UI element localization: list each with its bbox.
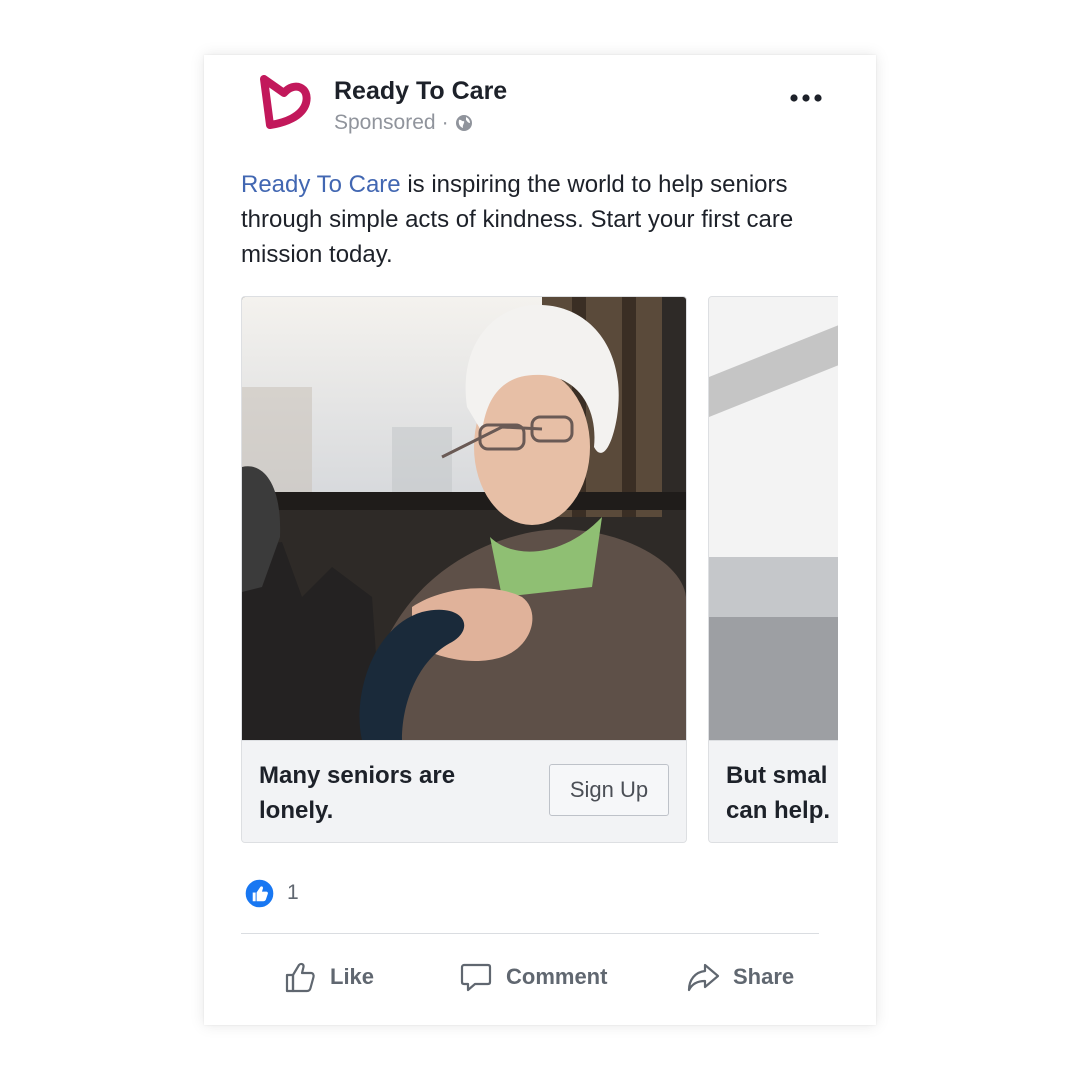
carousel[interactable]: Many seniors are lonely. Sign Up But sma…: [241, 296, 838, 843]
share-button[interactable]: Share: [685, 955, 794, 999]
more-options-button[interactable]: [786, 83, 826, 113]
sponsored-label[interactable]: Sponsored: [334, 111, 436, 135]
meta-separator: ·: [441, 111, 449, 134]
share-arrow-icon: [687, 963, 720, 992]
share-label: Share: [733, 964, 795, 989]
carousel-headline: But smal can help.: [726, 758, 838, 828]
more-dots-icon: [790, 94, 822, 102]
headline-line-1: But smal: [726, 762, 828, 789]
like-label: Like: [330, 964, 375, 989]
sign-up-button[interactable]: Sign Up: [549, 764, 669, 816]
comment-bubble-icon: [460, 963, 492, 992]
ad-post-card: Ready To Care Sponsored · Ready To Care …: [204, 55, 876, 1025]
reaction-count: 1: [287, 881, 299, 904]
comment-label: Comment: [506, 964, 608, 989]
carousel-photo-partial[interactable]: [709, 297, 838, 740]
carousel-card[interactable]: But smal can help.: [708, 296, 838, 843]
body-page-link[interactable]: Ready To Care: [241, 171, 401, 198]
heart-logo-icon[interactable]: [256, 73, 312, 133]
carousel-card-footer: Many seniors are lonely. Sign Up: [242, 740, 686, 842]
like-reaction-icon: [244, 877, 275, 909]
headline-line-2: can help.: [726, 797, 831, 824]
senior-woman-photo[interactable]: [242, 297, 686, 740]
carousel-card[interactable]: Many seniors are lonely. Sign Up: [241, 296, 687, 843]
globe-icon: [455, 115, 472, 131]
post-body-text: Ready To Care is inspiring the world to …: [241, 167, 811, 272]
like-button[interactable]: Like: [282, 955, 374, 999]
post-meta: Sponsored ·: [334, 111, 473, 135]
page-name-link[interactable]: Ready To Care: [334, 77, 507, 106]
carousel-card-footer: But smal can help.: [709, 740, 838, 842]
thumbs-up-icon: [285, 962, 315, 993]
comment-button[interactable]: Comment: [458, 955, 607, 999]
carousel-headline: Many seniors are lonely.: [259, 762, 456, 824]
reactions-summary[interactable]: 1: [244, 877, 299, 909]
action-divider: [241, 933, 819, 934]
